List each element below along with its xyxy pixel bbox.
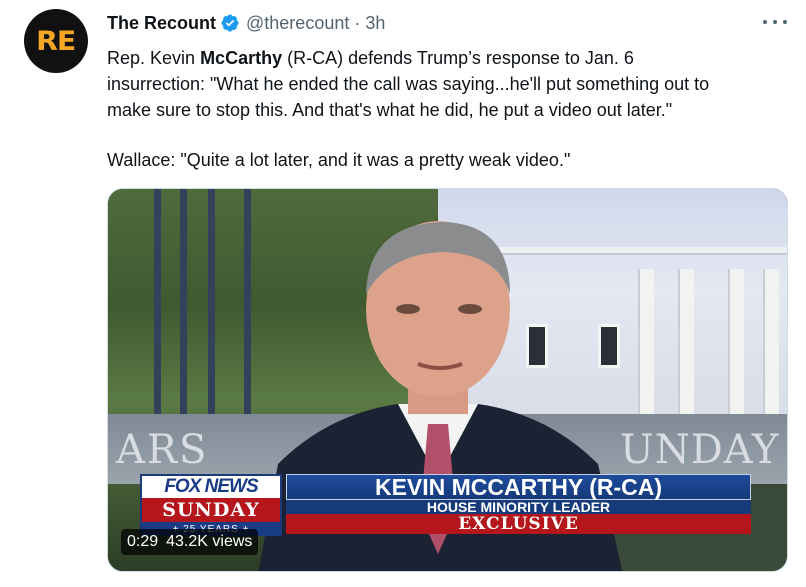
more-dot — [773, 20, 777, 24]
user-handle[interactable]: @therecount — [246, 13, 349, 34]
video-views: 43.2K views — [166, 533, 253, 550]
set-text-right: UNDAY — [620, 427, 780, 473]
lower-third-banner: KEVIN MCCARTHY (R-CA) HOUSE MINORITY LEA… — [286, 474, 751, 536]
more-dot — [763, 20, 767, 24]
tweet-line-3: make sure to stop this. And that's what … — [107, 100, 673, 120]
tweet-line-4: Wallace: "Quite a lot later, and it was … — [107, 150, 571, 170]
tweet-card[interactable]: RE The Recount @therecount · 3h Rep. Kev… — [0, 0, 806, 587]
header-separator: · — [354, 12, 361, 33]
tweet-text-segment: (R-CA) defends Trump’s response to Jan. … — [282, 48, 634, 68]
timestamp[interactable]: 3h — [365, 13, 385, 34]
video-stats-badge: 0:29 43.2K views — [121, 529, 259, 555]
logo-fox-news: FOX NEWS — [142, 476, 280, 498]
tweet-header: The Recount @therecount · 3h — [107, 11, 385, 35]
more-options-icon[interactable] — [763, 12, 787, 32]
background-pole — [154, 189, 161, 429]
verified-badge-icon — [221, 14, 239, 32]
avatar-logo-text: RE — [36, 25, 76, 57]
tweet-text: Rep. Kevin McCarthy (R-CA) defends Trump… — [107, 45, 797, 173]
background-pole — [180, 189, 187, 429]
avatar[interactable]: RE — [24, 9, 88, 73]
tweet-text-bold: McCarthy — [200, 48, 283, 68]
tweet-text-segment: Rep. Kevin — [107, 48, 201, 68]
exclusive-label: EXCLUSIVE — [286, 514, 751, 534]
tweet-line-1: Rep. Kevin McCarthy (R-CA) defends Trump… — [107, 45, 797, 71]
video-player[interactable]: ARS UNDAY FOX NEWS SUNDAY + 25 YEARS + K… — [107, 188, 788, 572]
set-text-left: ARS — [116, 427, 209, 473]
more-dot — [783, 20, 787, 24]
speaker-name: KEVIN MCCARTHY (R-CA) — [286, 474, 751, 500]
logo-sunday: SUNDAY — [142, 498, 280, 522]
fox-news-sunday-logo: FOX NEWS SUNDAY + 25 YEARS + — [140, 474, 282, 536]
tweet-line-2: insurrection: "What he ended the call wa… — [107, 74, 710, 94]
speaker-title: HOUSE MINORITY LEADER — [286, 499, 751, 515]
background-pole — [208, 189, 215, 429]
display-name[interactable]: The Recount — [107, 13, 216, 34]
video-duration: 0:29 — [127, 533, 159, 550]
